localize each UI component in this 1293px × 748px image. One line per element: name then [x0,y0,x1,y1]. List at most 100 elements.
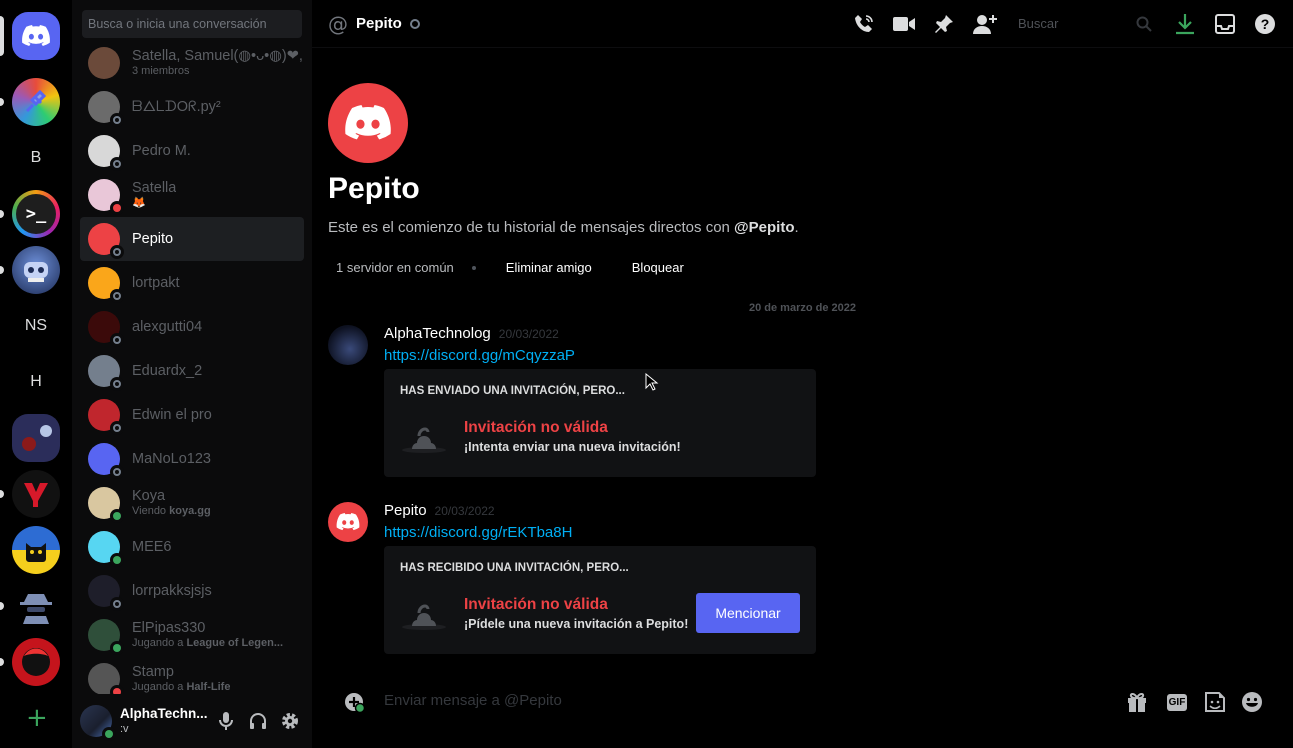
mention-button[interactable]: Mencionar [696,593,800,633]
emoji-button[interactable] [1240,690,1264,714]
help-button[interactable]: ? [1253,12,1277,36]
inbox-button[interactable] [1213,12,1237,36]
dm-item[interactable]: alexgutti04 [80,305,304,349]
dm-item[interactable]: lortpakt [80,261,304,305]
dm-avatar [88,179,124,215]
home-button[interactable] [12,12,60,60]
dm-name: Edwin el pro [132,406,212,423]
server-y[interactable] [12,470,60,518]
selected-indicator [0,16,4,56]
dm-item[interactable]: Pepito [80,217,304,261]
dm-avatar [88,399,124,435]
channel-title: Pepito [356,15,402,32]
voice-call-button[interactable] [852,12,876,36]
dm-avatar [88,135,124,171]
server-plug[interactable] [12,78,60,126]
dm-name: alexgutti04 [132,318,203,335]
dm-avatar-large [328,83,408,163]
dm-avatar [88,311,124,347]
unread-pill [0,658,4,666]
inbox-icon [1215,14,1235,34]
invite-embed: HAS RECIBIDO UNA INVITACIÓN, PERO... Inv… [384,546,816,654]
dm-item[interactable]: Satella, Samuel(◍•ᴗ•◍)❤, ... 3 miembros [80,41,304,85]
dm-subtext: Viendo koya.gg [132,505,211,518]
message-composer: Enviar mensaje a @Pepito GIF [328,680,1277,724]
dm-name: Eduardx_2 [132,362,203,379]
message-avatar[interactable] [328,502,368,542]
dm-item[interactable]: Pedro M. [80,129,304,173]
dm-item[interactable]: lorrpakksjsjs [80,569,304,613]
dm-avatar [88,663,124,699]
dm-activity-name: koya.gg [169,505,211,518]
gif-button[interactable]: GIF [1165,690,1189,714]
pinned-messages-button[interactable] [932,12,956,36]
phone-call-icon [855,15,873,32]
dm-activity-prefix: Jugando a [132,681,187,694]
download-button[interactable] [1173,12,1197,36]
server-cat[interactable] [12,526,60,574]
server-spy[interactable] [12,582,60,630]
dm-item[interactable]: Eduardx_2 [80,349,304,393]
mutual-servers-link[interactable]: 1 servidor en común [328,260,462,275]
dm-search-input[interactable]: Busca o inicia una conversación [82,10,302,38]
dm-avatar [88,91,124,127]
server-h[interactable]: H [12,358,60,406]
remove-friend-button[interactable]: Eliminar amigo [490,256,608,279]
upload-plus-icon[interactable] [344,692,366,714]
discord-logo-icon [336,513,360,531]
invite-link[interactable]: https://discord.gg/rEKTba8H [384,524,572,541]
dm-item[interactable]: Edwin el pro [80,393,304,437]
message-author[interactable]: AlphaTechnolog [384,325,491,342]
spy-icon [20,594,52,624]
download-icon [1176,14,1194,35]
unread-pill [0,210,4,218]
server-robot[interactable] [12,246,60,294]
dm-item[interactable]: Koya Viendo koya.gg [80,481,304,525]
invite-link[interactable]: https://discord.gg/mCqyzzaP [384,347,575,364]
y-logo-icon [24,483,48,507]
user-avatar[interactable] [80,705,116,741]
message-avatar[interactable] [328,325,368,365]
add-friends-to-dm-button[interactable] [973,12,997,36]
mute-button[interactable] [210,705,242,737]
dm-avatar [88,619,124,655]
user-info[interactable]: AlphaTechn... :v [120,706,210,735]
dm-activity-name: Half-Life [186,681,231,694]
server-red[interactable] [12,638,60,686]
user-panel: AlphaTechn... :v [72,694,312,748]
svg-text:?: ? [1261,16,1270,32]
dm-item[interactable]: ᗷᐃᒪᗪOᖇ.py² [80,85,304,129]
message-author[interactable]: Pepito [384,502,427,519]
sticker-button[interactable] [1203,690,1227,714]
deafen-button[interactable] [242,705,274,737]
dm-avatar [88,443,124,479]
block-button[interactable]: Bloquear [616,256,700,279]
terminal-icon: >_ [16,194,56,234]
welcome-mention[interactable]: @Pepito [734,219,794,236]
video-call-button[interactable] [892,12,916,36]
settings-button[interactable] [274,705,306,737]
discord-logo-icon [22,25,50,46]
gift-button[interactable] [1125,690,1149,714]
add-server-button[interactable]: + [26,704,48,732]
dm-name: Stamp [132,664,174,681]
dm-item[interactable]: MEE6 [80,525,304,569]
server-b-label: B [30,149,42,166]
dm-activity-prefix: Jugando a [132,637,187,650]
dm-item[interactable]: MaNoLo123 [80,437,304,481]
cat-icon [26,543,46,562]
dm-item[interactable]: Satella 🦊 [80,173,304,217]
offline-status-icon [113,248,121,256]
server-ns[interactable]: NS [12,302,60,350]
dm-sidebar: Busca o inicia una conversación Satella,… [72,0,312,748]
server-art[interactable] [12,414,60,462]
server-terminal[interactable]: >_ [12,190,60,238]
dm-item[interactable]: ElPipas330 Jugando a League of Legen... [80,613,304,657]
message-input[interactable]: Enviar mensaje a @Pepito [384,692,562,709]
offline-status-icon [113,380,121,388]
server-b[interactable]: B [12,134,60,182]
dm-avatar [88,575,124,611]
online-status-icon [113,512,121,520]
invalid-invite-icon [402,604,446,630]
art-icon [22,425,52,451]
